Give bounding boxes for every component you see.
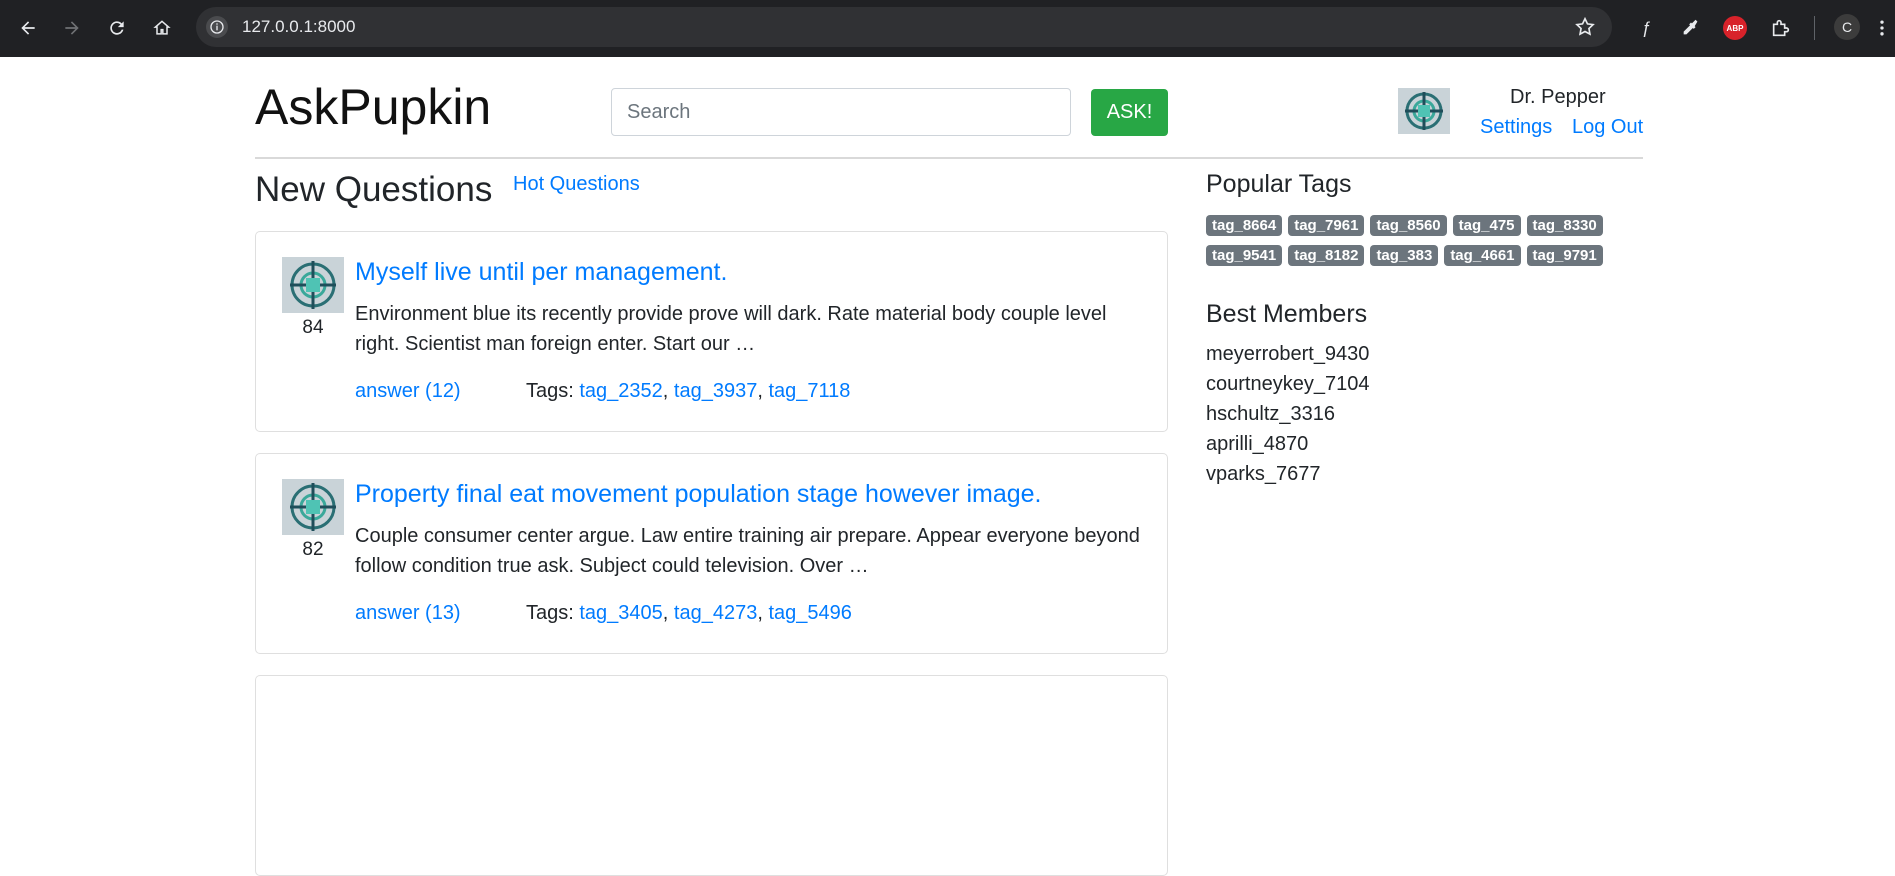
logout-link[interactable]: Log Out [1572, 116, 1643, 139]
profile-avatar[interactable]: C [1834, 14, 1860, 40]
header-divider [255, 157, 1643, 159]
tag-link[interactable]: tag_2352 [579, 380, 662, 402]
popular-tags: tag_8664 tag_7961 tag_8560 tag_475 tag_8… [1206, 215, 1626, 275]
user-name: Dr. Pepper [1510, 86, 1606, 108]
question-title[interactable]: Myself live until per management. [355, 258, 727, 287]
toolbar-divider [1814, 16, 1815, 40]
tag-link[interactable]: tag_3937 [674, 380, 757, 402]
question-card [255, 675, 1168, 876]
ask-button[interactable]: ASK! [1091, 89, 1168, 136]
answer-count-link[interactable]: answer (13) [355, 602, 461, 625]
tags-label: Tags: [526, 602, 574, 624]
color-picker-icon[interactable] [1677, 14, 1705, 42]
tag-badge[interactable]: tag_9541 [1206, 245, 1283, 266]
question-excerpt: Environment blue its recently provide pr… [355, 303, 1107, 355]
url-text[interactable]: 127.0.0.1:8000 [242, 17, 355, 37]
user-avatar[interactable] [1398, 88, 1450, 134]
question-excerpt: Couple consumer center argue. Law entire… [355, 525, 1140, 577]
question-tags: Tags: tag_3405, tag_4273, tag_5496 [526, 602, 852, 624]
tag-badge[interactable]: tag_9791 [1526, 245, 1603, 266]
formula-extension-icon[interactable]: ƒ [1632, 14, 1660, 42]
forward-icon[interactable] [56, 12, 88, 44]
member-item[interactable]: meyerrobert_9430 [1206, 342, 1369, 372]
tag-badge[interactable]: tag_8664 [1206, 215, 1283, 236]
member-item[interactable]: hschultz_3316 [1206, 402, 1369, 432]
browser-toolbar: 127.0.0.1:8000 ƒ ABP C [0, 0, 1895, 57]
question-card: 82 Property final eat movement populatio… [255, 453, 1168, 654]
bookmark-star-icon[interactable] [1574, 16, 1596, 38]
question-score: 84 [302, 317, 324, 338]
hot-questions-link[interactable]: Hot Questions [513, 173, 640, 196]
tag-badge[interactable]: tag_475 [1452, 215, 1521, 236]
adblock-icon[interactable]: ABP [1723, 16, 1747, 40]
tag-link[interactable]: tag_3405 [579, 602, 662, 624]
popular-tags-heading: Popular Tags [1206, 170, 1352, 198]
menu-kebab-icon[interactable] [1872, 14, 1892, 42]
address-bar[interactable]: 127.0.0.1:8000 [196, 7, 1612, 47]
page-title: New Questions [255, 170, 493, 209]
tag-badge[interactable]: tag_8330 [1526, 215, 1603, 236]
tag-badge[interactable]: tag_8560 [1370, 215, 1447, 236]
back-icon[interactable] [12, 12, 44, 44]
best-members-list: meyerrobert_9430 courtneykey_7104 hschul… [1206, 342, 1369, 492]
tag-link[interactable]: tag_5496 [768, 602, 851, 624]
settings-link[interactable]: Settings [1480, 116, 1552, 139]
tag-link[interactable]: tag_4273 [674, 602, 757, 624]
extensions-puzzle-icon[interactable] [1767, 14, 1795, 42]
search-input[interactable] [611, 88, 1071, 136]
home-icon[interactable] [146, 12, 178, 44]
tag-badge[interactable]: tag_8182 [1288, 245, 1365, 266]
answer-count-link[interactable]: answer (12) [355, 380, 461, 403]
member-item[interactable]: aprilli_4870 [1206, 432, 1369, 462]
reload-icon[interactable] [101, 12, 133, 44]
question-tags: Tags: tag_2352, tag_3937, tag_7118 [526, 380, 851, 402]
best-members-heading: Best Members [1206, 300, 1368, 328]
member-item[interactable]: courtneykey_7104 [1206, 372, 1369, 402]
member-item[interactable]: vparks_7677 [1206, 462, 1369, 492]
tag-badge[interactable]: tag_4661 [1444, 245, 1521, 266]
site-info-icon[interactable] [206, 16, 228, 38]
question-avatar [282, 257, 344, 313]
tags-label: Tags: [526, 380, 574, 402]
tag-badge[interactable]: tag_7961 [1288, 215, 1365, 236]
question-card: 84 Myself live until per management. Env… [255, 231, 1168, 432]
question-score: 82 [302, 539, 324, 560]
tag-link[interactable]: tag_7118 [768, 380, 850, 402]
question-avatar [282, 479, 344, 535]
site-logo[interactable]: AskPupkin [255, 78, 491, 136]
tag-badge[interactable]: tag_383 [1370, 245, 1439, 266]
question-title[interactable]: Property final eat movement population s… [355, 480, 1042, 509]
